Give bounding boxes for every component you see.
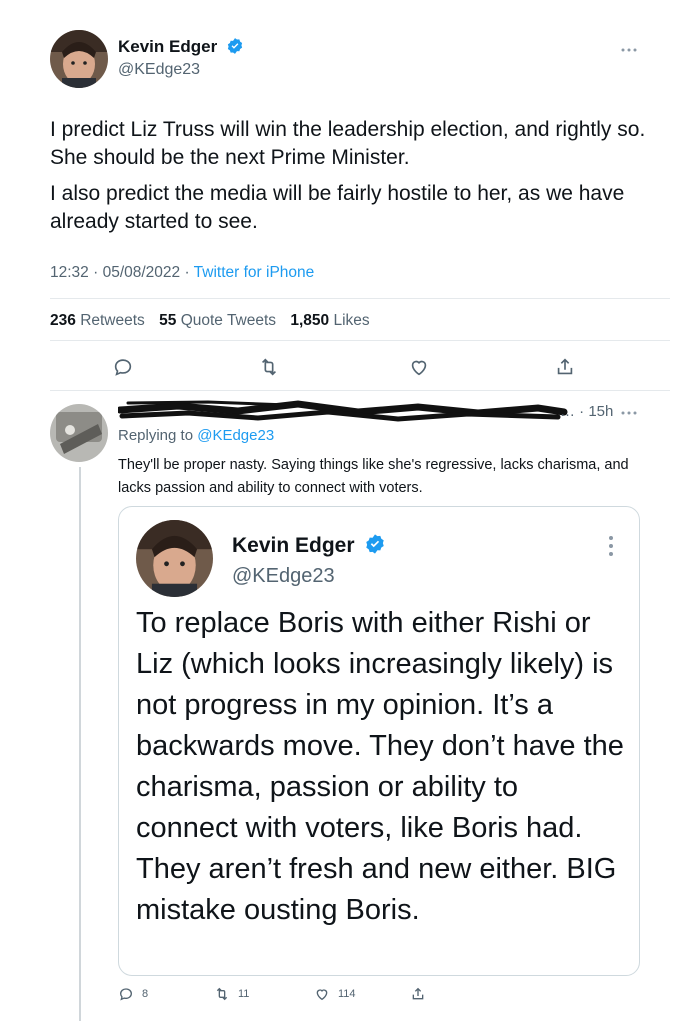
quoted-author-handle[interactable]: @KEdge23 [232, 565, 335, 588]
retweets-stat[interactable]: 236 Retweets [50, 312, 145, 329]
retweet-icon [216, 987, 228, 1001]
author-name[interactable]: Kevin Edger [118, 37, 217, 56]
verified-icon [364, 533, 386, 561]
more-icon[interactable] [620, 42, 638, 60]
replying-to-handle[interactable]: @KEdge23 [197, 427, 274, 444]
retweet-count: 11 [238, 988, 250, 1000]
tweet-stats: 236 Retweets 55 Quote Tweets 1,850 Likes [50, 312, 380, 330]
divider [50, 340, 670, 341]
reply-retweet-button[interactable]: 11 [214, 986, 249, 1002]
tweet-source[interactable]: Twitter for iPhone [194, 264, 315, 281]
divider [50, 390, 670, 391]
reply-reply-button[interactable]: 8 [118, 986, 148, 1002]
thread-line [79, 467, 81, 1021]
author-handle[interactable]: @KEdge23 [118, 61, 200, 79]
divider [50, 298, 670, 299]
likes-stat[interactable]: 1,850 Likes [290, 312, 369, 329]
tweet-paragraph-2: I also predict the media will be fairly … [50, 182, 625, 233]
reply-icon[interactable] [112, 356, 136, 380]
retweet-icon[interactable] [258, 356, 282, 380]
reply-actions: 8 11 114 [0, 986, 700, 1006]
quoted-author-name-row: Kevin Edger [232, 533, 386, 561]
tweet-actions [0, 356, 700, 382]
like-icon[interactable] [408, 356, 432, 380]
reply-like-button[interactable]: 114 [314, 986, 356, 1002]
tweet-meta: 12:32 · 05/08/2022 · Twitter for iPhone [50, 264, 315, 281]
more-icon[interactable] [620, 405, 638, 423]
author-avatar[interactable] [50, 30, 108, 88]
quoted-author-avatar[interactable] [136, 520, 213, 597]
like-icon [316, 989, 328, 1001]
tweet-text: I predict Liz Truss will win the leaders… [50, 116, 650, 244]
share-icon[interactable] [554, 356, 578, 380]
more-icon[interactable] [607, 535, 615, 562]
verified-icon [226, 37, 244, 60]
replying-to: Replying to @KEdge23 [118, 427, 275, 444]
reply-share-button[interactable] [410, 986, 426, 1002]
reply-icon [119, 988, 133, 1001]
quoted-tweet-text: To replace Boris with either Rishi or Li… [136, 607, 624, 926]
share-icon [412, 987, 424, 1000]
like-count: 114 [338, 988, 356, 1000]
redacted-author-name [118, 400, 568, 422]
quote-tweets-stat[interactable]: 55 Quote Tweets [159, 312, 276, 329]
reply-count: 8 [142, 988, 149, 1000]
reply-text: They'll be proper nasty. Saying things l… [118, 457, 629, 496]
tweet-paragraph-1: I predict Liz Truss will win the leaders… [50, 118, 646, 169]
quoted-author-name[interactable]: Kevin Edger [232, 534, 355, 557]
reply-age[interactable]: … · 15h [560, 403, 613, 420]
author-name-row: Kevin Edger [118, 37, 244, 60]
tweet-date[interactable]: 05/08/2022 [103, 264, 181, 281]
reply-author-avatar[interactable] [50, 404, 108, 462]
tweet-time[interactable]: 12:32 [50, 264, 89, 281]
